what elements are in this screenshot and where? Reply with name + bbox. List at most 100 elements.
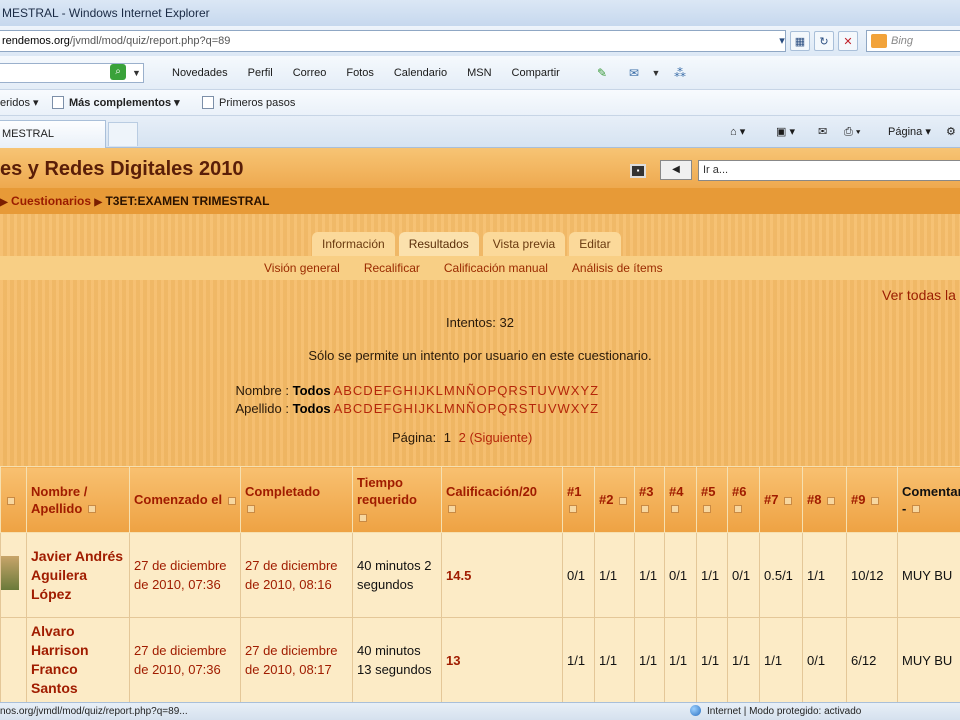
first-name-letter-link[interactable]: R [508, 383, 517, 398]
first-name-letter-link[interactable]: S [519, 383, 528, 398]
mail-dropdown-icon[interactable]: ▼ [648, 65, 664, 81]
completed-date[interactable]: 27 de diciembre de 2010, 08:16 [240, 532, 353, 618]
column-q8[interactable]: #8 [802, 466, 847, 533]
student-name[interactable]: Alvaro Harrison Franco Santos [26, 617, 130, 702]
first-name-letter-link[interactable]: V [548, 383, 557, 398]
last-name-letter-link[interactable]: R [508, 401, 517, 416]
search-engine-input[interactable]: Bing [866, 30, 960, 52]
collapse-icon[interactable] [227, 496, 236, 505]
column-duration[interactable]: Tiempo requerido [352, 466, 442, 533]
first-name-letter-link[interactable]: F [383, 383, 391, 398]
mail-icon[interactable]: ✉ [626, 65, 642, 81]
last-name-letter-link[interactable]: Ñ [466, 401, 475, 416]
collapse-icon[interactable] [359, 513, 367, 522]
collapse-icon[interactable] [703, 505, 711, 514]
subtab-recalificar[interactable]: Recalificar [364, 256, 420, 280]
column-q6[interactable]: #6 [727, 466, 760, 533]
completed-date[interactable]: 27 de diciembre de 2010, 08:17 [240, 617, 353, 702]
last-name-letter-link[interactable]: E [374, 401, 383, 416]
column-q4[interactable]: #4 [664, 466, 697, 533]
q6-score[interactable]: 1/1 [727, 617, 760, 702]
q5-score[interactable]: 1/1 [696, 617, 728, 702]
q8-score[interactable]: 0/1 [802, 617, 847, 702]
first-name-letter-link[interactable]: N [456, 383, 465, 398]
last-name-letter-link[interactable]: X [571, 401, 580, 416]
collapse-icon[interactable] [671, 505, 679, 514]
last-name-letter-link[interactable]: J [418, 401, 425, 416]
msn-link-calendario[interactable]: Calendario [394, 56, 447, 90]
first-name-letter-link[interactable]: Z [590, 383, 598, 398]
first-name-letter-link[interactable]: Q [497, 383, 507, 398]
collapse-icon[interactable] [784, 496, 793, 505]
q3-score[interactable]: 1/1 [634, 617, 665, 702]
feeds-icon[interactable]: ▣ ▾ [776, 116, 795, 148]
q3-score[interactable]: 1/1 [634, 532, 665, 618]
msn-link-novedades[interactable]: Novedades [172, 56, 228, 90]
first-name-letter-link[interactable]: K [426, 383, 435, 398]
last-name-letter-link[interactable]: H [403, 401, 412, 416]
tab-resultados[interactable]: Resultados [398, 232, 479, 256]
first-name-letter-link[interactable]: Ñ [466, 383, 475, 398]
browser-tab-active[interactable]: MESTRAL [0, 120, 106, 148]
page-2-link[interactable]: 2 [459, 430, 466, 445]
first-name-letter-link[interactable]: W [557, 383, 569, 398]
subtab-vision-general[interactable]: Visión general [264, 256, 340, 280]
print-icon[interactable]: ⎙ ▾ [844, 116, 860, 148]
msn-link-correo[interactable]: Correo [293, 56, 327, 90]
first-name-all[interactable]: Todos [293, 383, 331, 398]
last-name-letter-link[interactable]: D [363, 401, 372, 416]
msn-link-perfil[interactable]: Perfil [248, 56, 273, 90]
column-q9[interactable]: #9 [846, 466, 898, 533]
refresh-icon[interactable]: ↻ [814, 31, 834, 51]
collapse-icon[interactable] [7, 496, 15, 505]
last-name-letter-link[interactable]: C [353, 401, 362, 416]
breadcrumb-quizzes-link[interactable]: Cuestionarios [11, 194, 91, 208]
first-name-letter-link[interactable]: U [537, 383, 546, 398]
column-comment[interactable]: Comentario- [897, 466, 960, 533]
address-dropdown-icon[interactable]: ▾ [772, 31, 792, 51]
q1-score[interactable]: 0/1 [562, 532, 595, 618]
started-date[interactable]: 27 de diciembre de 2010, 07:36 [129, 532, 241, 618]
q9-score[interactable]: 10/12 [846, 532, 898, 618]
last-name-letter-link[interactable]: W [557, 401, 569, 416]
collapse-icon[interactable] [641, 505, 649, 514]
last-name-letter-link[interactable]: G [392, 401, 402, 416]
q4-score[interactable]: 1/1 [664, 617, 697, 702]
translate-icon[interactable]: ⁂ [672, 65, 688, 81]
collapse-icon[interactable] [87, 505, 96, 514]
collapse-icon[interactable] [448, 505, 456, 514]
toolbar-search-go-icon[interactable]: ⌕ [110, 64, 126, 80]
avatar[interactable] [1, 555, 19, 590]
last-name-letter-link[interactable]: L [436, 401, 443, 416]
collapse-icon[interactable] [827, 496, 836, 505]
next-page-link[interactable]: (Siguiente) [469, 430, 532, 445]
first-name-letter-link[interactable]: Y [580, 383, 589, 398]
first-name-letter-link[interactable]: I [414, 383, 418, 398]
last-name-letter-link[interactable]: K [426, 401, 435, 416]
q7-score[interactable]: 0.5/1 [759, 532, 803, 618]
last-name-letter-link[interactable]: Q [497, 401, 507, 416]
q6-score[interactable]: 0/1 [727, 532, 760, 618]
first-name-letter-link[interactable]: X [571, 383, 580, 398]
last-name-letter-link[interactable]: U [537, 401, 546, 416]
column-grade[interactable]: Calificación/20 [441, 466, 563, 533]
first-name-letter-link[interactable]: D [363, 383, 372, 398]
first-name-letter-link[interactable]: G [392, 383, 402, 398]
home-icon[interactable]: ⌂ ▾ [730, 116, 745, 148]
subtab-calificacion-manual[interactable]: Calificación manual [444, 256, 548, 280]
first-name-letter-link[interactable]: O [476, 383, 486, 398]
security-zone[interactable]: Internet | Modo protegido: activado [690, 703, 861, 720]
read-mail-icon[interactable]: ✉ [818, 116, 827, 148]
favorites-suggested[interactable]: eridos ▾ [0, 90, 39, 116]
collapse-icon[interactable] [871, 496, 880, 505]
language-icon[interactable]: ▪ [630, 164, 646, 178]
favorites-first-steps[interactable]: Primeros pasos [202, 90, 295, 116]
first-name-letter-link[interactable]: J [418, 383, 425, 398]
new-tab-button[interactable] [108, 122, 138, 146]
q1-score[interactable]: 1/1 [562, 617, 595, 702]
q7-score[interactable]: 1/1 [759, 617, 803, 702]
last-name-letter-link[interactable]: Y [580, 401, 589, 416]
jump-to-select[interactable]: Ir a... [698, 160, 960, 181]
compatibility-view-icon[interactable]: ▦ [790, 31, 810, 51]
last-name-letter-link[interactable]: S [519, 401, 528, 416]
